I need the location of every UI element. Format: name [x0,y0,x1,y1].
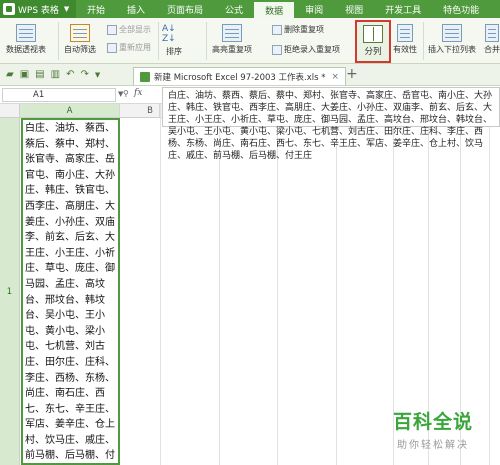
select-all-corner[interactable] [0,104,20,118]
reapply-label: 重新应用 [119,43,151,52]
close-icon[interactable]: × [332,72,340,82]
sort-desc-icon[interactable]: Z↓ [162,34,176,44]
print-preview-icon[interactable]: ▥ [51,69,60,80]
redo-icon[interactable]: ↷ [80,69,88,80]
highlight-duplicates-button[interactable]: 高亮重复项 [212,24,252,55]
tab-page-layout[interactable]: 页面布局 [156,0,214,18]
insert-dropdown-label: 插入下拉列表 [428,45,476,54]
menu-bar: WPS 表格 ▼ 开始 插入 页面布局 公式 数据 审阅 视图 开发工具 特色功… [0,0,500,18]
sort-button[interactable]: 排序 [166,46,182,57]
sort-asc-icon[interactable]: A↓ [162,24,176,34]
undo-icon[interactable]: ↶ [66,69,74,80]
pivot-table-label: 数据透视表 [6,45,46,54]
ribbon-divider [158,22,159,60]
autofilter-button[interactable]: 自动筛选 [64,24,96,55]
pivot-table-icon [16,24,36,42]
save-icon[interactable]: ▣ [20,69,29,80]
highlight-duplicates-icon [222,24,242,42]
watermark-subtitle: 助你轻松解决 [397,440,469,451]
row-header-1[interactable]: 1 [0,118,20,465]
column-header-b[interactable]: B [120,104,160,118]
merge-button[interactable]: 合并 [484,24,500,55]
insert-dropdown-button[interactable]: 插入下拉列表 [428,24,476,55]
print-icon[interactable]: ▤ [35,69,44,80]
filter-icon [70,24,90,42]
validity-button[interactable]: 有效性 [393,24,417,55]
watermark-title: 百科全说 [392,411,473,433]
tab-home[interactable]: 开始 [76,0,116,18]
name-box[interactable]: A1 [2,88,116,102]
delete-duplicates-label: 删除重复项 [284,25,324,34]
grid-line [336,104,337,465]
validity-icon [397,24,413,42]
pivot-table-button[interactable]: 数据透视表 [6,24,46,55]
ribbon-divider [423,22,424,60]
chevron-down-icon[interactable]: ▼ [95,71,100,79]
tab-view[interactable]: 视图 [334,0,374,18]
spreadsheet-icon [140,71,150,82]
folder-icon[interactable]: ▰ [6,69,14,80]
merge-label: 合并 [484,45,500,54]
ribbon-divider [58,22,59,60]
reapply-icon [107,42,117,53]
reject-duplicates-icon [272,44,282,55]
tab-data[interactable]: 数据 [254,0,295,18]
sort-label: 排序 [166,47,182,56]
new-tab-icon[interactable]: + [346,66,358,82]
wps-logo-icon [3,3,15,15]
split-column-button[interactable]: 分列 [355,20,391,63]
tab-special[interactable]: 特色功能 [432,0,490,18]
app-menu-button[interactable]: WPS 表格 ▼ [0,0,76,18]
split-column-icon [363,25,383,43]
app-name: WPS 表格 [18,5,59,16]
cell-a1[interactable]: 白庄、油坊、蔡西、蔡后、蔡中、郑村、张官寺、高家庄、岳官屯、南小庄、大孙庄、韩庄… [21,118,120,465]
watermark: 百科全说 助你轻松解决 [373,407,493,451]
merge-icon [485,24,499,42]
highlight-duplicates-label: 高亮重复项 [212,45,252,54]
validity-label: 有效性 [393,45,417,54]
chevron-down-icon: ▼ [63,5,70,13]
formula-content[interactable]: 白庄、油坊、蔡西、蔡后、蔡中、郑村、张官寺、高家庄、岳官屯、南小庄、大孙庄、韩庄… [162,87,500,161]
show-all-icon [107,24,117,35]
tab-developer[interactable]: 开发工具 [374,0,432,18]
tab-formulas[interactable]: 公式 [214,0,254,18]
column-header-a[interactable]: A [20,104,120,118]
fx-icon[interactable]: fx [134,88,142,98]
tab-insert[interactable]: 插入 [116,0,156,18]
dropdown-list-icon [442,24,462,42]
split-column-label: 分列 [364,47,382,57]
grid-line [160,104,161,465]
show-all-button[interactable]: 全部显示 [107,24,151,35]
show-all-label: 全部显示 [119,25,151,34]
reject-duplicates-button[interactable]: 拒绝录入重复项 [272,44,340,55]
delete-duplicates-button[interactable]: 删除重复项 [272,24,324,35]
reject-duplicates-label: 拒绝录入重复项 [284,45,340,54]
zoom-icon[interactable]: ⚲ [123,89,129,98]
autofilter-label: 自动筛选 [64,45,96,54]
delete-duplicates-icon [272,24,282,35]
document-tab-title: 新建 Microsoft Excel 97-2003 工作表.xls * [154,72,326,83]
document-tab[interactable]: 新建 Microsoft Excel 97-2003 工作表.xls * × [133,67,347,85]
ribbon-divider [206,22,207,60]
reapply-button[interactable]: 重新应用 [107,42,151,53]
tab-review[interactable]: 审阅 [294,0,334,18]
